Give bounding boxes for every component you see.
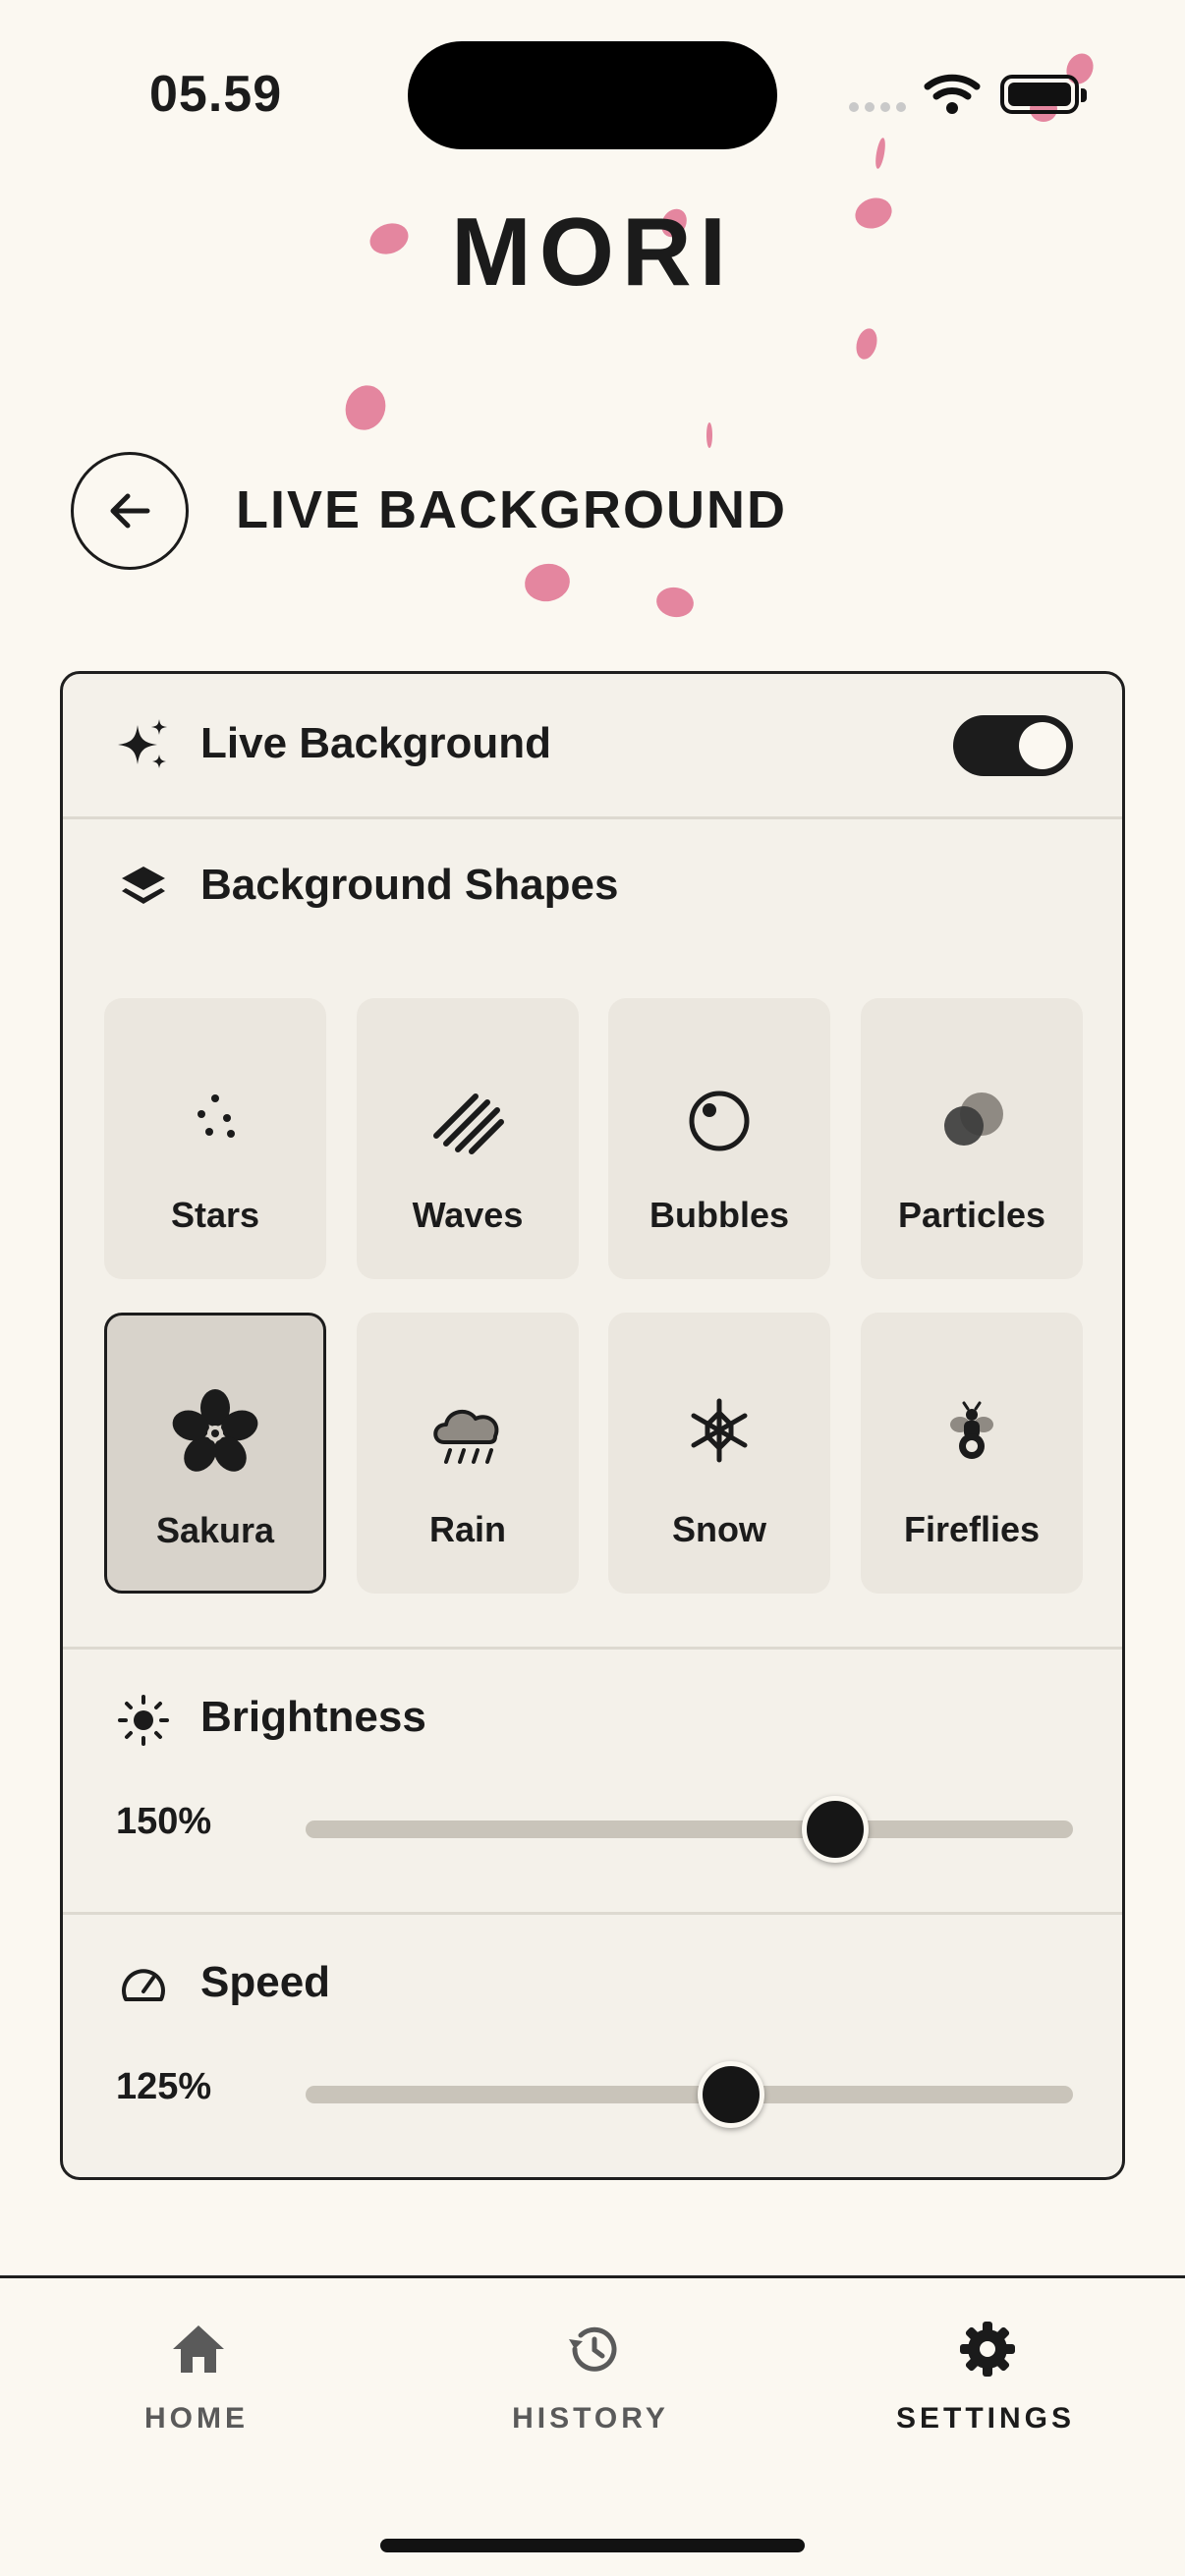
speed-section: Speed 125% [63,1915,1122,2177]
brightness-section: Brightness 150% [63,1650,1122,1915]
sakura-petal [853,325,880,363]
speed-label: Speed [200,1958,331,2006]
shape-tile-stars[interactable]: Stars [104,998,326,1279]
tab-bar: HOME HISTORY SETTINGS [0,2275,1185,2576]
stars-icon [198,1094,235,1138]
status-time: 05.59 [149,66,283,123]
snowflake-icon [691,1398,748,1463]
shape-tile-label: Fireflies [903,1509,1041,1549]
back-button[interactable] [71,452,189,570]
shape-tile-label: Snow [672,1509,766,1549]
battery-icon [1000,75,1087,114]
tab-settings[interactable]: SETTINGS [858,2318,1113,2465]
bubbles-icon [689,1091,750,1151]
speed-slider[interactable] [306,2061,1073,2128]
tab-label: SETTINGS [895,2402,1075,2435]
sparkles-icon [118,719,167,768]
live-background-toggle[interactable] [953,715,1073,776]
sakura-petal [706,422,712,448]
toggle-knob [1019,722,1066,769]
shape-tile-label: Rain [428,1509,506,1549]
app-title: MORI [451,197,734,306]
brightness-slider-thumb[interactable] [801,1796,869,1863]
gear-icon [960,2322,1015,2377]
rain-cloud-icon [433,1409,499,1464]
sakura-petal [339,379,392,436]
shape-tile-label: Particles [897,1195,1046,1235]
page-title: LIVE BACKGROUND [236,480,788,539]
shape-tile-label: Bubbles [649,1195,789,1235]
wifi-icon [924,74,981,114]
sakura-petal [874,137,887,170]
brightness-value: 150% [116,1801,212,1842]
home-icon [173,2325,224,2373]
shape-tile-label: Sakura [155,1510,275,1550]
cellular-signal-icon [849,102,908,116]
firefly-icon [950,1401,993,1459]
brightness-label: Brightness [200,1693,426,1741]
home-indicator [380,2539,805,2552]
tab-home[interactable]: HOME [69,2318,324,2465]
sakura-petal [653,584,697,621]
history-icon [569,2326,617,2372]
speed-slider-thumb[interactable] [698,2061,765,2128]
shape-tile-label: Stars [170,1195,260,1235]
shape-tile-sakura[interactable]: Sakura [104,1313,326,1594]
background-shapes-label: Background Shapes [200,861,619,909]
settings-card: Live Background Background Shapes Stars … [60,671,1125,2180]
sun-icon [118,1695,169,1746]
particles-icon [944,1092,1003,1146]
layers-icon [122,867,165,904]
shape-tile-label: Waves [412,1195,524,1235]
shape-tile-bubbles[interactable]: Bubbles [608,998,830,1279]
shape-tile-fireflies[interactable]: Fireflies [861,1313,1083,1594]
live-background-row: Live Background [63,674,1122,818]
shape-tile-waves[interactable]: Waves [357,998,579,1279]
sakura-flower-icon [172,1389,258,1472]
dynamic-island [408,41,777,149]
waves-icon [433,1093,504,1154]
arrow-left-icon [110,493,150,529]
shape-tile-snow[interactable]: Snow [608,1313,830,1594]
sakura-petal [522,560,573,605]
shape-tile-rain[interactable]: Rain [357,1313,579,1594]
speedometer-icon [122,1969,165,2001]
tab-label: HOME [144,2402,249,2435]
speed-value: 125% [116,2066,212,2107]
shape-tile-particles[interactable]: Particles [861,998,1083,1279]
live-background-label: Live Background [200,719,551,767]
tab-label: HISTORY [512,2402,669,2435]
tab-history[interactable]: HISTORY [463,2318,718,2465]
brightness-slider[interactable] [306,1796,1073,1863]
